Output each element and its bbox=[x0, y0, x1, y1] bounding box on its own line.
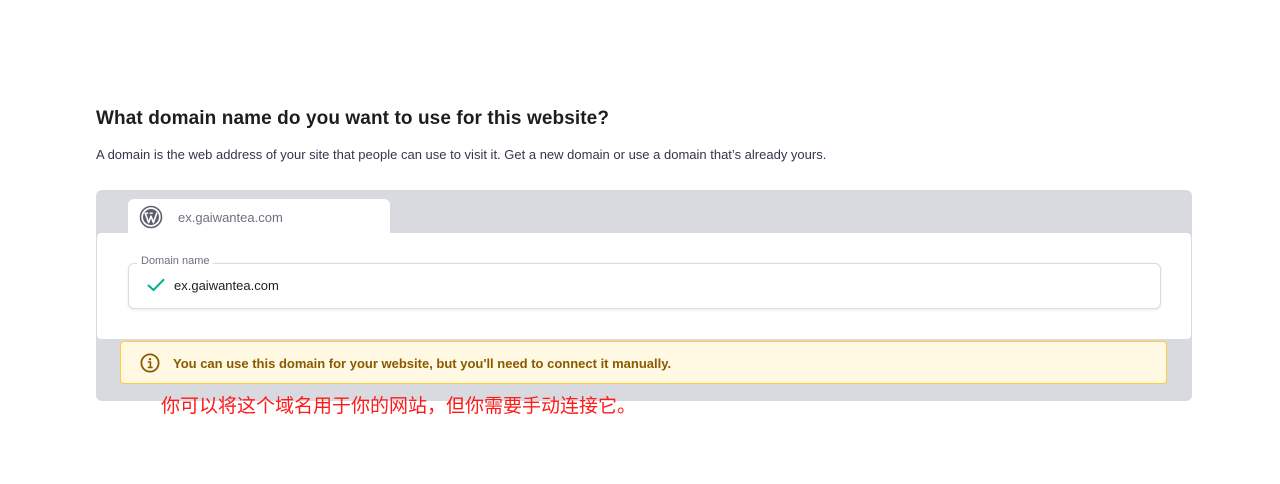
wordpress-icon bbox=[139, 205, 163, 229]
page-title: What domain name do you want to use for … bbox=[96, 108, 610, 129]
alert-message: You can use this domain for your website… bbox=[173, 356, 672, 371]
domain-name-field[interactable]: Domain name bbox=[128, 255, 1161, 309]
manual-connect-alert: You can use this domain for your website… bbox=[120, 341, 1167, 384]
domain-panel: ex.gaiwantea.com Domain name You can use… bbox=[96, 190, 1192, 401]
domain-name-label: Domain name bbox=[137, 255, 214, 267]
domain-tab-label: ex.gaiwantea.com bbox=[178, 210, 283, 225]
domain-card: Domain name bbox=[97, 233, 1191, 339]
translation-annotation: 你可以将这个域名用于你的网站，但你需要手动连接它。 bbox=[161, 395, 637, 417]
info-icon bbox=[140, 353, 160, 373]
check-icon bbox=[147, 278, 165, 291]
page-subtitle: A domain is the web address of your site… bbox=[96, 147, 827, 162]
domain-name-input[interactable] bbox=[174, 278, 1074, 293]
